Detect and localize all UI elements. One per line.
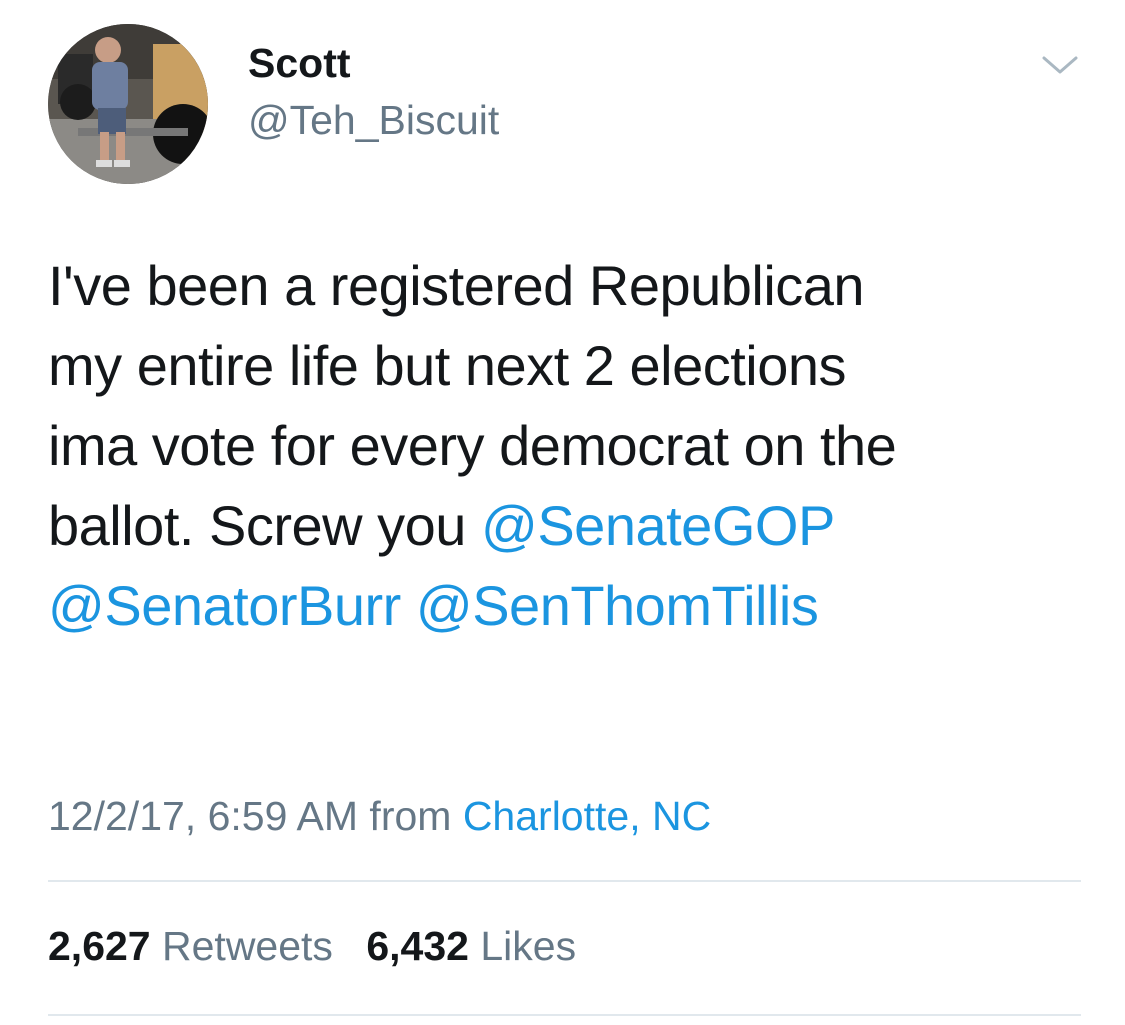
profile-photo-icon <box>48 24 208 184</box>
retweets-label: Retweets <box>162 923 333 969</box>
chevron-down-icon[interactable] <box>1040 50 1080 80</box>
mention-senategop[interactable]: @SenateGOP <box>481 494 835 557</box>
divider <box>48 1014 1081 1016</box>
avatar[interactable] <box>48 24 208 184</box>
likes-count: 6,432 <box>366 923 469 969</box>
likes-label: Likes <box>480 923 577 969</box>
tweet-line: my entire life but next 2 elections <box>48 334 847 397</box>
user-handle[interactable]: @Teh_Biscuit <box>248 92 499 148</box>
location-link[interactable]: Charlotte, NC <box>463 793 711 839</box>
user-names: Scott @Teh_Biscuit <box>248 38 499 148</box>
tweet-stats: 2,627 Retweets 6,432 Likes <box>48 918 598 974</box>
divider <box>48 880 1081 882</box>
retweets-count: 2,627 <box>48 923 151 969</box>
tweet-line: @SenatorBurr @SenThomTillis <box>48 566 1088 646</box>
mention-senatorburr[interactable]: @SenatorBurr <box>48 574 401 637</box>
retweets-stat[interactable]: 2,627 Retweets <box>48 923 333 969</box>
tweet-line: I've been a registered Republican <box>48 254 865 317</box>
tweet-meta: 12/2/17, 6:59 AM from Charlotte, NC <box>48 788 711 844</box>
tweet-text: I've been a registered Republican my ent… <box>48 246 1088 646</box>
mention-senthomtillis[interactable]: @SenThomTillis <box>416 574 819 637</box>
tweet-line: ballot. Screw you @SenateGOP <box>48 486 1088 566</box>
likes-stat[interactable]: 6,432 Likes <box>366 923 576 969</box>
timestamp[interactable]: 12/2/17, 6:59 AM <box>48 793 358 839</box>
tweet-line: ima vote for every democrat on the <box>48 414 897 477</box>
tweet-line-text: ballot. Screw you <box>48 494 481 557</box>
display-name[interactable]: Scott <box>248 38 499 88</box>
from-label: from <box>369 793 452 839</box>
tweet-header: Scott @Teh_Biscuit <box>48 24 1088 184</box>
